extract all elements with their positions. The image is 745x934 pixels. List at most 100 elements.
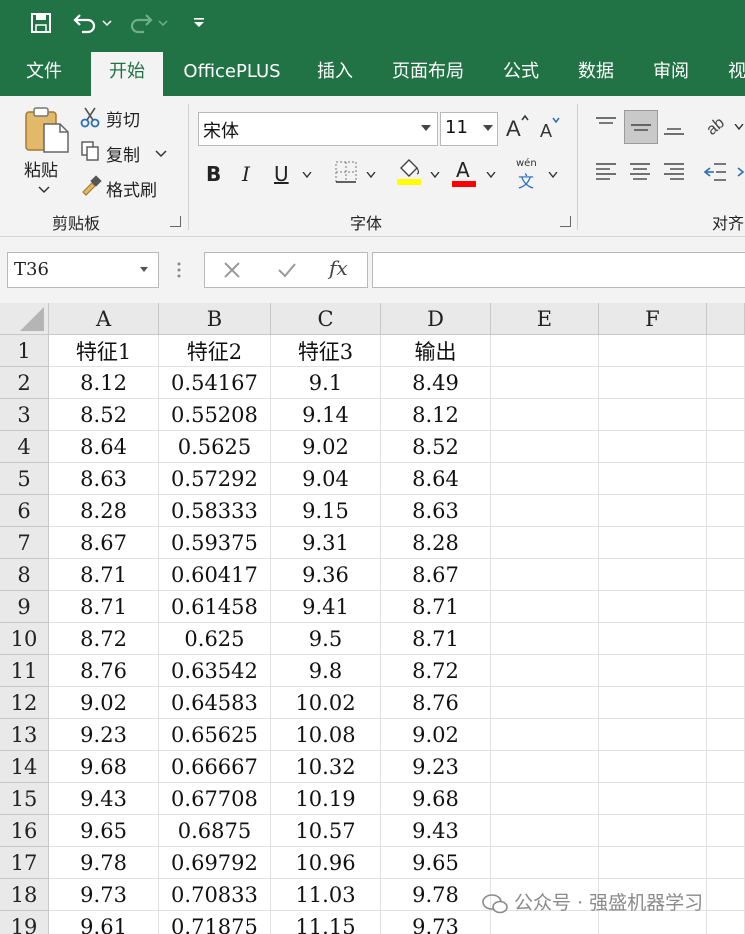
- cell-f10[interactable]: [598, 622, 707, 655]
- row-header[interactable]: 12: [0, 686, 49, 719]
- cell-e2[interactable]: [490, 366, 599, 399]
- cell-e16[interactable]: [490, 814, 599, 847]
- cell-a14[interactable]: 9.68: [48, 750, 160, 783]
- bottom-align-icon[interactable]: [662, 114, 686, 138]
- cell-d5[interactable]: 8.64: [380, 462, 491, 495]
- cell-b1[interactable]: 特征2: [158, 334, 271, 367]
- row-header[interactable]: 1: [0, 334, 49, 367]
- cell-g19[interactable]: [706, 910, 745, 934]
- cell-b14[interactable]: 0.66667: [158, 750, 271, 783]
- decrease-indent-icon[interactable]: [702, 160, 728, 184]
- row-header[interactable]: 6: [0, 494, 49, 527]
- cell-d4[interactable]: 8.52: [380, 430, 491, 463]
- cell-d10[interactable]: 8.71: [380, 622, 491, 655]
- cell-c5[interactable]: 9.04: [270, 462, 382, 495]
- column-header-c[interactable]: C: [270, 303, 382, 335]
- column-header-e[interactable]: E: [490, 303, 599, 335]
- cell-b15[interactable]: 0.67708: [158, 782, 271, 815]
- row-header[interactable]: 17: [0, 846, 49, 879]
- cell-b8[interactable]: 0.60417: [158, 558, 271, 591]
- cell-d6[interactable]: 8.63: [380, 494, 491, 527]
- copy-button[interactable]: 复制: [106, 141, 140, 166]
- cell-a6[interactable]: 8.28: [48, 494, 160, 527]
- cell-f6[interactable]: [598, 494, 707, 527]
- row-header[interactable]: 3: [0, 398, 49, 431]
- cell-c9[interactable]: 9.41: [270, 590, 382, 623]
- cell-f16[interactable]: [598, 814, 707, 847]
- align-center-icon[interactable]: [628, 160, 652, 184]
- cell-d2[interactable]: 8.49: [380, 366, 491, 399]
- tab-data[interactable]: 数据: [566, 48, 626, 96]
- cell-c11[interactable]: 9.8: [270, 654, 382, 687]
- cell-g17[interactable]: [706, 846, 745, 879]
- format-painter-icon[interactable]: [80, 174, 102, 196]
- font-name-select[interactable]: 宋体: [198, 112, 438, 146]
- cell-e7[interactable]: [490, 526, 599, 559]
- cell-e12[interactable]: [490, 686, 599, 719]
- cell-g18[interactable]: [706, 878, 745, 911]
- row-header[interactable]: 16: [0, 814, 49, 847]
- customize-toolbar-icon[interactable]: [192, 16, 206, 30]
- cell-e10[interactable]: [490, 622, 599, 655]
- insert-function-button[interactable]: fx: [329, 256, 348, 280]
- align-right-icon[interactable]: [662, 160, 686, 184]
- cell-d13[interactable]: 9.02: [380, 718, 491, 751]
- row-header[interactable]: 9: [0, 590, 49, 623]
- cell-b13[interactable]: 0.65625: [158, 718, 271, 751]
- cell-e6[interactable]: [490, 494, 599, 527]
- cell-f3[interactable]: [598, 398, 707, 431]
- cell-c12[interactable]: 10.02: [270, 686, 382, 719]
- paste-label[interactable]: 粘贴: [24, 156, 58, 181]
- undo-icon[interactable]: [72, 12, 112, 34]
- orientation-dropdown-icon[interactable]: [734, 124, 744, 130]
- phonetic-guide-button[interactable]: wén 文: [516, 158, 540, 191]
- cell-c1[interactable]: 特征3: [270, 334, 382, 367]
- cell-g5[interactable]: [706, 462, 745, 495]
- cell-b9[interactable]: 0.61458: [158, 590, 271, 623]
- cell-a4[interactable]: 8.64: [48, 430, 160, 463]
- cell-f13[interactable]: [598, 718, 707, 751]
- cell-c16[interactable]: 10.57: [270, 814, 382, 847]
- row-header[interactable]: 11: [0, 654, 49, 687]
- row-header[interactable]: 18: [0, 878, 49, 911]
- bold-button[interactable]: B: [206, 162, 221, 186]
- row-header[interactable]: 4: [0, 430, 49, 463]
- cell-b12[interactable]: 0.64583: [158, 686, 271, 719]
- column-header-f[interactable]: F: [598, 303, 707, 335]
- cell-g14[interactable]: [706, 750, 745, 783]
- tab-file[interactable]: 文件: [12, 48, 76, 96]
- cell-c18[interactable]: 11.03: [270, 878, 382, 911]
- cell-g16[interactable]: [706, 814, 745, 847]
- cell-g1[interactable]: [706, 334, 745, 367]
- italic-button[interactable]: I: [242, 162, 250, 186]
- cut-icon[interactable]: [80, 106, 100, 128]
- cell-a13[interactable]: 9.23: [48, 718, 160, 751]
- borders-dropdown-icon[interactable]: [366, 172, 376, 178]
- cell-g9[interactable]: [706, 590, 745, 623]
- cell-g8[interactable]: [706, 558, 745, 591]
- cell-e1[interactable]: [490, 334, 599, 367]
- cell-b5[interactable]: 0.57292: [158, 462, 271, 495]
- cell-g12[interactable]: [706, 686, 745, 719]
- cell-e9[interactable]: [490, 590, 599, 623]
- tab-officeplus[interactable]: OfficePLUS: [176, 48, 288, 96]
- cell-f2[interactable]: [598, 366, 707, 399]
- cell-a16[interactable]: 9.65: [48, 814, 160, 847]
- tab-insert[interactable]: 插入: [305, 48, 365, 96]
- clipboard-launcher-icon[interactable]: [170, 216, 181, 227]
- cell-e13[interactable]: [490, 718, 599, 751]
- cell-a18[interactable]: 9.73: [48, 878, 160, 911]
- cell-c4[interactable]: 9.02: [270, 430, 382, 463]
- orientation-icon[interactable]: ab: [704, 112, 730, 138]
- cell-a2[interactable]: 8.12: [48, 366, 160, 399]
- save-icon[interactable]: [30, 12, 52, 34]
- underline-dropdown-icon[interactable]: [302, 172, 312, 178]
- cell-b18[interactable]: 0.70833: [158, 878, 271, 911]
- cell-e4[interactable]: [490, 430, 599, 463]
- cancel-icon[interactable]: [223, 261, 241, 279]
- phonetic-dropdown-icon[interactable]: [548, 172, 558, 178]
- cell-a17[interactable]: 9.78: [48, 846, 160, 879]
- paste-dropdown-icon[interactable]: [38, 186, 50, 194]
- paste-icon[interactable]: [24, 106, 70, 154]
- cell-b11[interactable]: 0.63542: [158, 654, 271, 687]
